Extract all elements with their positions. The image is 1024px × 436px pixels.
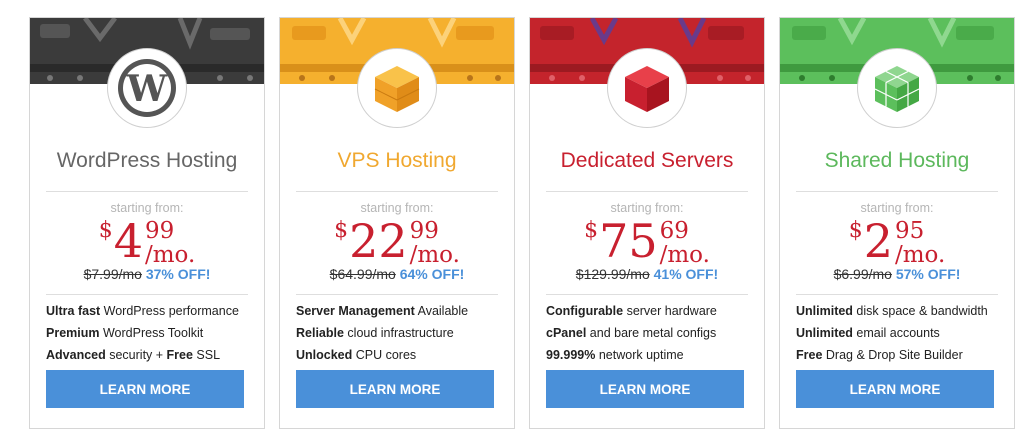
price-cents: 99 (144, 218, 175, 244)
discount-badge: 37% OFF! (145, 266, 211, 282)
divider (546, 191, 748, 192)
price-period: /mo. (409, 242, 460, 268)
price: $ 2 95 /mo. (780, 214, 1014, 268)
discount-row: $7.99/mo 37% OFF! (30, 266, 264, 282)
feature-list: Server Management Available Reliable clo… (296, 300, 504, 366)
cube-icon (357, 48, 437, 128)
price-period: /mo. (144, 242, 196, 268)
feature-list: Ultra fast WordPress performance Premium… (46, 300, 254, 366)
plan-title: VPS Hosting (337, 149, 457, 172)
plan-card-shared: Shared Hosting starting from: $ 2 95 /mo… (779, 17, 1015, 429)
discount-row: $129.99/mo 41% OFF! (530, 266, 764, 282)
divider (46, 191, 248, 192)
price-currency: $ (334, 218, 349, 243)
divider (296, 191, 498, 192)
price: $ 75 69 /mo. (530, 214, 764, 268)
discount-badge: 41% OFF! (653, 266, 719, 282)
price-period: /mo. (894, 242, 946, 268)
price-currency: $ (98, 218, 113, 243)
plan-card-wordpress: W WordPress Hosting starting from: $ 4 9… (29, 17, 265, 429)
divider (546, 294, 748, 295)
old-price: $129.99/mo (575, 266, 650, 282)
price-cents: 69 (659, 218, 689, 244)
divider (796, 294, 998, 295)
price-whole: 4 (113, 214, 143, 268)
starting-label: starting from: (110, 201, 184, 215)
feature-item: Unlocked CPU cores (296, 348, 417, 362)
price: $ 22 99 /mo. (280, 214, 514, 268)
discount-badge: 57% OFF! (895, 266, 961, 282)
learn-more-button[interactable]: LEARN MORE (296, 370, 494, 408)
feature-item: Free Drag & Drop Site Builder (796, 348, 963, 362)
old-price: $64.99/mo (329, 266, 396, 282)
plan-title: WordPress Hosting (56, 149, 238, 172)
price-cents: 95 (894, 218, 925, 244)
plan-title: Shared Hosting (824, 149, 970, 172)
price-whole: 22 (349, 214, 408, 268)
feature-item: Configurable server hardware (546, 304, 717, 318)
price-whole: 2 (863, 214, 893, 268)
feature-item: Premium WordPress Toolkit (46, 326, 204, 340)
price-whole: 75 (599, 214, 658, 268)
learn-more-button[interactable]: LEARN MORE (546, 370, 744, 408)
starting-label: starting from: (860, 201, 934, 215)
learn-more-button[interactable]: LEARN MORE (46, 370, 244, 408)
feature-item: Unlimited email accounts (796, 326, 940, 340)
feature-list: Configurable server hardware cPanel and … (546, 300, 754, 366)
old-price: $7.99/mo (83, 266, 142, 282)
divider (46, 294, 248, 295)
feature-list: Unlimited disk space & bandwidth Unlimit… (796, 300, 1004, 366)
starting-label: starting from: (360, 201, 434, 215)
discount-row: $64.99/mo 64% OFF! (280, 266, 514, 282)
price-period: /mo. (659, 242, 710, 268)
divider (796, 191, 998, 192)
wordpress-icon: W (107, 48, 187, 128)
feature-item: Advanced security + Free SSL (46, 348, 221, 362)
price-currency: $ (584, 218, 599, 243)
discount-row: $6.99/mo 57% OFF! (780, 266, 1014, 282)
svg-text:W: W (126, 68, 168, 110)
feature-item: cPanel and bare metal configs (546, 326, 717, 340)
price: $ 4 99 /mo. (30, 214, 264, 268)
starting-label: starting from: (610, 201, 684, 215)
divider (296, 294, 498, 295)
feature-item: Ultra fast WordPress performance (46, 304, 239, 318)
old-price: $6.99/mo (833, 266, 892, 282)
learn-more-button[interactable]: LEARN MORE (796, 370, 994, 408)
cube-icon (607, 48, 687, 128)
feature-item: Server Management Available (296, 304, 469, 318)
price-currency: $ (848, 218, 863, 243)
plan-card-vps: VPS Hosting starting from: $ 22 99 /mo. … (279, 17, 515, 429)
plan-card-dedicated: Dedicated Servers starting from: $ 75 69… (529, 17, 765, 429)
discount-badge: 64% OFF! (399, 266, 465, 282)
multi-cube-icon (857, 48, 937, 128)
feature-item: Unlimited disk space & bandwidth (796, 304, 988, 318)
feature-item: Reliable cloud infrastructure (296, 326, 454, 340)
feature-item: 99.999% network uptime (546, 348, 684, 362)
plan-title: Dedicated Servers (560, 149, 734, 172)
price-cents: 99 (409, 218, 439, 244)
